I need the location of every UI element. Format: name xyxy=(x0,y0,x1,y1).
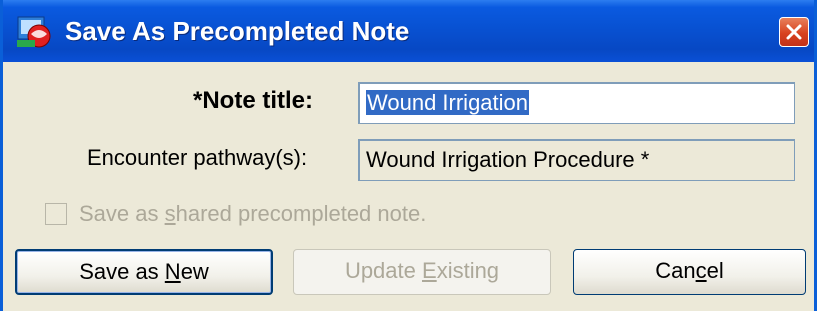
window-title: Save As Precompleted Note xyxy=(65,16,410,46)
close-icon xyxy=(786,24,802,40)
encounter-pathway-value: Wound Irrigation Procedure * xyxy=(366,147,650,172)
encounter-pathway-label: Encounter pathway(s): xyxy=(87,145,308,170)
encounter-pathway-field: Wound Irrigation Procedure * xyxy=(358,139,795,181)
cancel-button[interactable]: Cancel xyxy=(573,249,806,295)
save-as-new-button[interactable]: Save as New xyxy=(15,249,273,295)
close-button[interactable] xyxy=(779,17,809,47)
app-icon xyxy=(17,14,53,48)
title-bar[interactable]: Save As Precompleted Note xyxy=(3,0,814,62)
note-title-value: Wound Irrigation xyxy=(366,90,530,115)
shared-note-checkbox[interactable] xyxy=(45,203,67,225)
note-title-label: *Note title: xyxy=(193,87,313,114)
dialog-window: Save As Precompleted Note *Note title: W… xyxy=(0,0,817,311)
shared-note-checkbox-label: Save as shared precompleted note. xyxy=(79,201,427,226)
update-existing-button[interactable]: Update Existing xyxy=(293,249,551,295)
note-title-input[interactable]: Wound Irrigation xyxy=(358,82,795,124)
